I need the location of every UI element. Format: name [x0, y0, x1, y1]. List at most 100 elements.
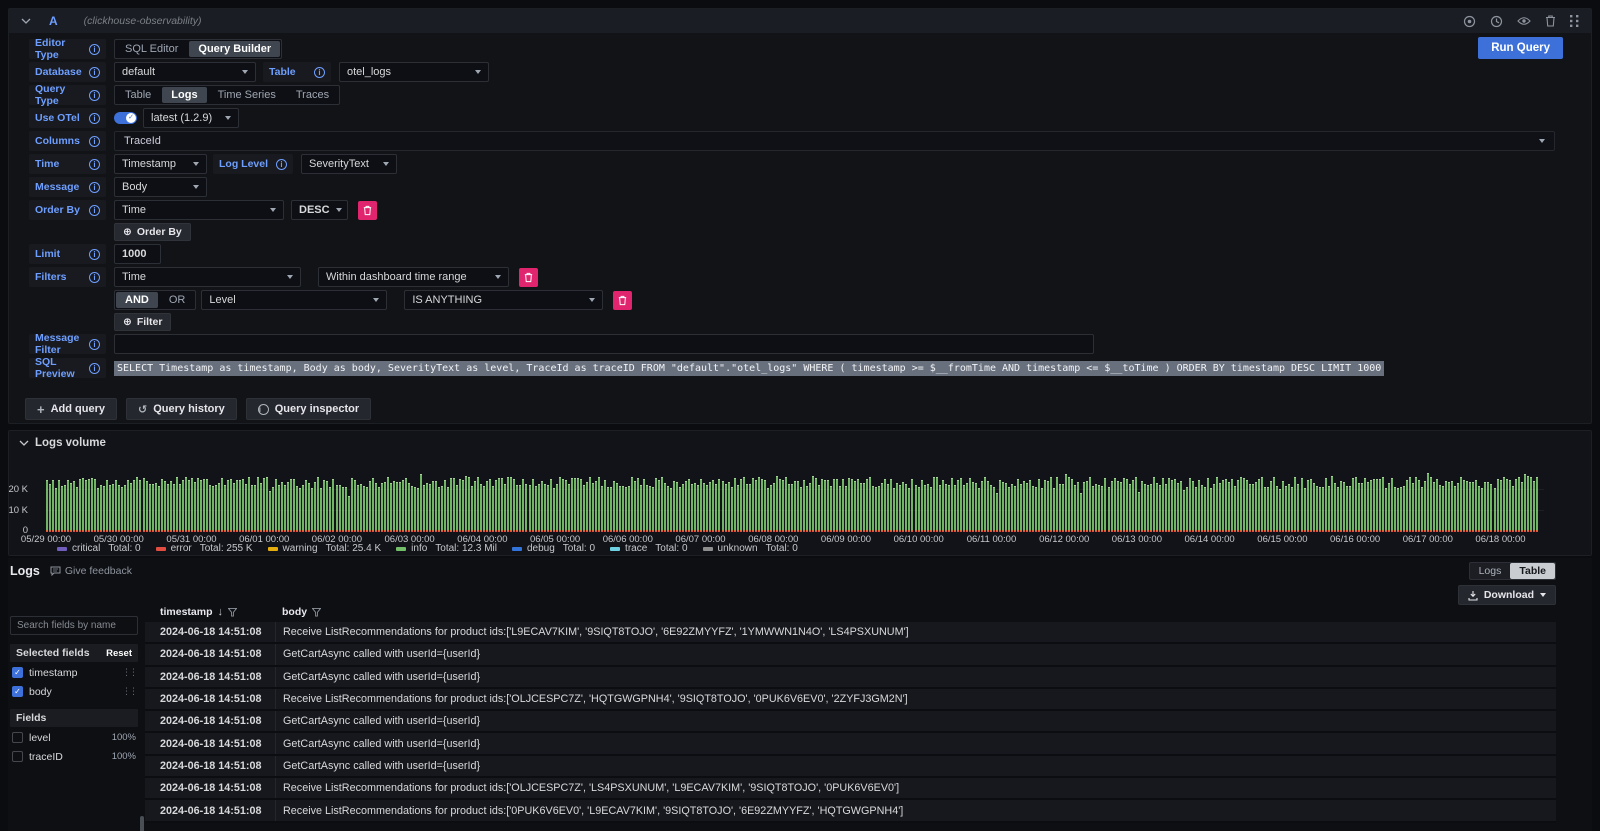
- volume-bar: [712, 480, 714, 532]
- info-icon[interactable]: i: [314, 67, 325, 78]
- query-type-option-timeseries[interactable]: Time Series: [208, 86, 286, 104]
- drag-handle-icon[interactable]: ⋮⋮: [122, 686, 136, 697]
- volume-bar: [758, 477, 760, 532]
- info-icon[interactable]: i: [276, 159, 287, 170]
- add-query-button[interactable]: +Add query: [25, 398, 117, 420]
- add-filter-button[interactable]: ⊕Filter: [114, 313, 171, 331]
- volume-bar: [332, 479, 334, 532]
- duplicate-icon[interactable]: [1463, 15, 1476, 28]
- sort-desc-icon[interactable]: ↓: [218, 606, 224, 618]
- history-icon[interactable]: [1490, 15, 1503, 28]
- query-type-option-logs[interactable]: Logs: [162, 87, 206, 103]
- message-column-select[interactable]: Body: [114, 177, 207, 197]
- sql-preview-text[interactable]: SELECT Timestamp as timestamp, Body as b…: [114, 361, 1384, 376]
- selected-field-body[interactable]: ✓body⋮⋮: [10, 683, 138, 700]
- editor-type-option-sql[interactable]: SQL Editor: [115, 40, 188, 58]
- query-type-option-table[interactable]: Table: [115, 86, 161, 104]
- eye-icon[interactable]: [1517, 16, 1531, 26]
- available-field-level[interactable]: level100%: [10, 729, 138, 746]
- collapse-chevron-icon[interactable]: [21, 18, 31, 24]
- filter-field-select[interactable]: Time: [114, 267, 301, 287]
- info-icon[interactable]: i: [89, 159, 100, 170]
- remove-order-by-button[interactable]: [358, 201, 377, 220]
- columns-multiselect[interactable]: TraceId: [114, 131, 1555, 151]
- filter-funnel-icon[interactable]: [312, 608, 321, 617]
- logs-panel-title: Logs: [10, 564, 40, 578]
- query-history-button[interactable]: ↺Query history: [126, 398, 237, 420]
- table-row[interactable]: 2024-06-18 14:51:08Receive ListRecommend…: [145, 689, 1556, 711]
- info-icon[interactable]: i: [89, 113, 100, 124]
- column-header-body[interactable]: body: [275, 606, 321, 618]
- use-otel-toggle[interactable]: ✓: [114, 112, 137, 124]
- available-field-traceID[interactable]: traceID100%: [10, 748, 138, 765]
- info-icon[interactable]: i: [89, 44, 100, 55]
- view-option-table[interactable]: Table: [1510, 563, 1555, 579]
- query-type-option-traces[interactable]: Traces: [286, 86, 339, 104]
- checkbox-checked-icon[interactable]: ✓: [12, 686, 23, 697]
- checkbox-checked-icon[interactable]: ✓: [12, 667, 23, 678]
- selected-field-timestamp[interactable]: ✓timestamp⋮⋮: [10, 664, 138, 681]
- table-select[interactable]: otel_logs: [339, 62, 489, 82]
- query-ref-id[interactable]: A: [49, 14, 58, 28]
- checkbox-unchecked-icon[interactable]: [12, 732, 23, 743]
- info-icon[interactable]: i: [89, 339, 100, 350]
- info-icon[interactable]: i: [89, 272, 100, 283]
- filter-field-select[interactable]: Level: [201, 290, 387, 310]
- editor-type-option-builder[interactable]: Query Builder: [189, 41, 280, 57]
- filter-bool-or[interactable]: OR: [159, 291, 196, 309]
- table-row[interactable]: 2024-06-18 14:51:08Receive ListRecommend…: [145, 622, 1556, 644]
- table-row[interactable]: 2024-06-18 14:51:08GetCartAsync called w…: [145, 756, 1556, 778]
- info-icon[interactable]: i: [89, 205, 100, 216]
- reset-fields-button[interactable]: Reset: [106, 648, 132, 659]
- info-icon[interactable]: i: [89, 136, 100, 147]
- filter-operator-select[interactable]: IS ANYTHING: [404, 290, 603, 310]
- volume-bar: [260, 483, 262, 532]
- trash-icon[interactable]: [1545, 15, 1556, 27]
- filter-operator-select[interactable]: Within dashboard time range: [318, 267, 509, 287]
- legend-item-debug[interactable]: debugTotal: 0: [512, 543, 595, 554]
- remove-filter-button[interactable]: [613, 291, 632, 310]
- legend-item-error[interactable]: errorTotal: 255 K: [156, 543, 253, 554]
- legend-item-unknown[interactable]: unknownTotal: 0: [703, 543, 798, 554]
- info-icon[interactable]: i: [89, 363, 100, 374]
- order-by-field-select[interactable]: Time: [114, 200, 284, 220]
- column-header-timestamp[interactable]: timestamp ↓: [145, 606, 275, 618]
- info-icon[interactable]: i: [89, 67, 100, 78]
- volume-bar: [939, 485, 941, 532]
- table-row[interactable]: 2024-06-18 14:51:08GetCartAsync called w…: [145, 711, 1556, 733]
- order-by-direction-select[interactable]: DESC: [291, 200, 348, 220]
- limit-input[interactable]: [114, 244, 161, 264]
- table-row[interactable]: 2024-06-18 14:51:08GetCartAsync called w…: [145, 667, 1556, 689]
- table-row[interactable]: 2024-06-18 14:51:08GetCartAsync called w…: [145, 644, 1556, 666]
- legend-item-critical[interactable]: criticalTotal: 0: [57, 543, 141, 554]
- legend-item-warning[interactable]: warningTotal: 25.4 K: [268, 543, 382, 554]
- time-column-select[interactable]: Timestamp: [114, 154, 207, 174]
- filter-bool-and[interactable]: AND: [116, 292, 158, 308]
- log-level-select[interactable]: SeverityText: [301, 154, 397, 174]
- table-row[interactable]: 2024-06-18 14:51:08GetCartAsync called w…: [145, 733, 1556, 755]
- view-option-logs[interactable]: Logs: [1470, 563, 1511, 579]
- remove-filter-button[interactable]: [519, 268, 538, 287]
- give-feedback-link[interactable]: Give feedback: [50, 565, 132, 577]
- sidebar-scrollbar[interactable]: [140, 816, 144, 831]
- table-row[interactable]: 2024-06-18 14:51:08Receive ListRecommend…: [145, 800, 1556, 822]
- otel-version-select[interactable]: latest (1.2.9): [143, 108, 239, 128]
- drag-handle-icon[interactable]: ⋮⋮: [122, 667, 136, 678]
- collapse-chevron-icon[interactable]: [19, 440, 29, 446]
- volume-bar: [637, 478, 639, 532]
- run-query-button[interactable]: Run Query: [1478, 37, 1563, 59]
- database-select[interactable]: default: [114, 62, 256, 82]
- legend-item-trace[interactable]: traceTotal: 0: [610, 543, 687, 554]
- info-icon[interactable]: i: [89, 90, 100, 101]
- search-fields-input[interactable]: [10, 616, 138, 635]
- filter-funnel-icon[interactable]: [228, 608, 237, 617]
- info-icon[interactable]: i: [89, 182, 100, 193]
- query-inspector-button[interactable]: iQuery inspector: [246, 398, 371, 420]
- table-row[interactable]: 2024-06-18 14:51:08Receive ListRecommend…: [145, 778, 1556, 800]
- checkbox-unchecked-icon[interactable]: [12, 751, 23, 762]
- legend-item-info[interactable]: infoTotal: 12.3 Mil: [396, 543, 497, 554]
- drag-handle-icon[interactable]: [1570, 15, 1579, 27]
- info-icon[interactable]: i: [89, 249, 100, 260]
- add-order-by-button[interactable]: ⊕Order By: [114, 223, 191, 241]
- message-filter-input[interactable]: [114, 334, 1094, 354]
